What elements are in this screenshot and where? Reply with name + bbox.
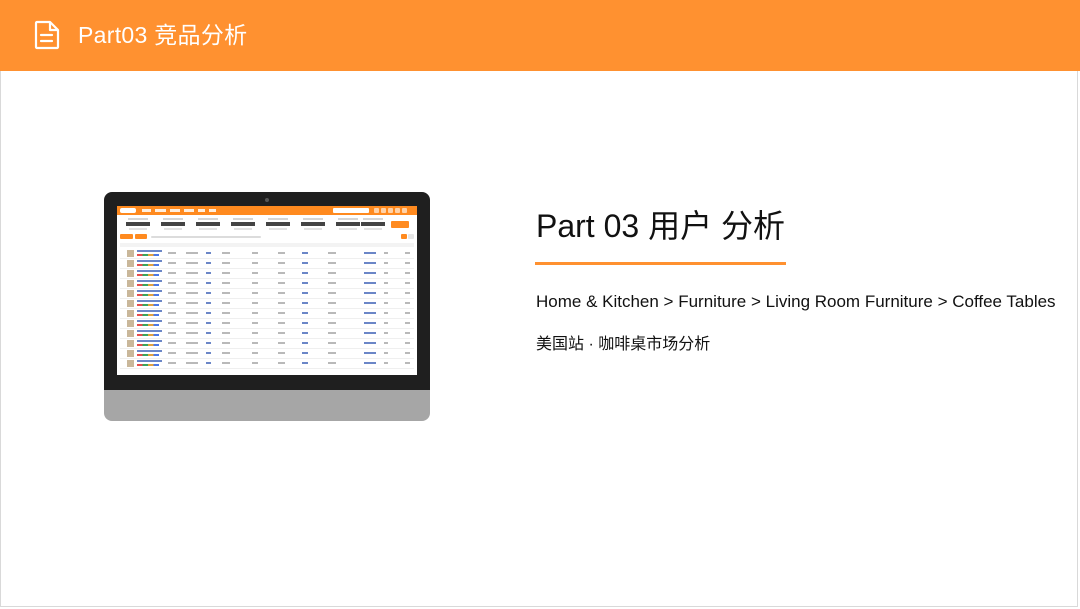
screen-table-row (120, 279, 414, 289)
screen-filter-tag (120, 234, 133, 239)
screen-stat (263, 218, 293, 232)
screen-nav-item (184, 209, 194, 212)
screen-table-row (120, 329, 414, 339)
screen-table-row (120, 319, 414, 329)
title-underline (535, 262, 786, 265)
screen-top-button (374, 208, 379, 213)
screen-filter-tag (408, 234, 414, 239)
screen-filter-tag (401, 234, 407, 239)
screen-top-button (402, 208, 407, 213)
screen-top-button (395, 208, 400, 213)
screen-stat (158, 218, 188, 232)
category-breadcrumb: Home & Kitchen > Furniture > Living Room… (536, 292, 1056, 311)
section-title: Part 03 用户 分析 (536, 208, 785, 244)
screen-nav-item (142, 209, 151, 212)
screen-filter-tag (135, 234, 147, 239)
monitor-illustration (104, 192, 430, 421)
market-subtitle: 美国站 · 咖啡桌市场分析 (536, 336, 711, 353)
screen-stat (193, 218, 223, 232)
screen-nav-item (198, 209, 205, 212)
document-icon (34, 20, 60, 50)
screen-table-row (120, 309, 414, 319)
screen-table-row (120, 269, 414, 279)
screen-stat (123, 218, 153, 232)
screen-orange-button (391, 221, 409, 228)
screen-nav-item (170, 209, 180, 212)
screen-table-row (120, 249, 414, 259)
screen-nav-item (155, 209, 166, 212)
monitor-chin (104, 390, 430, 421)
screen-table-row (120, 359, 414, 369)
screen-search-box (333, 208, 369, 213)
screen-stat (358, 218, 388, 232)
screen-table-row (120, 339, 414, 349)
header-title: Part03 竞品分析 (78, 22, 248, 48)
screen-table-row (120, 259, 414, 269)
screen-filter-row (151, 236, 261, 238)
screen-table-row (120, 349, 414, 359)
monitor-bezel (104, 192, 430, 390)
screen-table-row (120, 289, 414, 299)
screen-logo (120, 208, 136, 213)
screen-nav-item (209, 209, 216, 212)
screen-table-header (120, 243, 414, 247)
camera-dot (265, 198, 269, 202)
screen-top-button (381, 208, 386, 213)
screen-top-button (388, 208, 393, 213)
header-bar: Part03 竞品分析 (0, 0, 1080, 71)
monitor-screen (117, 206, 417, 375)
screen-stat (298, 218, 328, 232)
screen-stat (228, 218, 258, 232)
screen-top-bar (117, 206, 417, 215)
screen-table-row (120, 299, 414, 309)
